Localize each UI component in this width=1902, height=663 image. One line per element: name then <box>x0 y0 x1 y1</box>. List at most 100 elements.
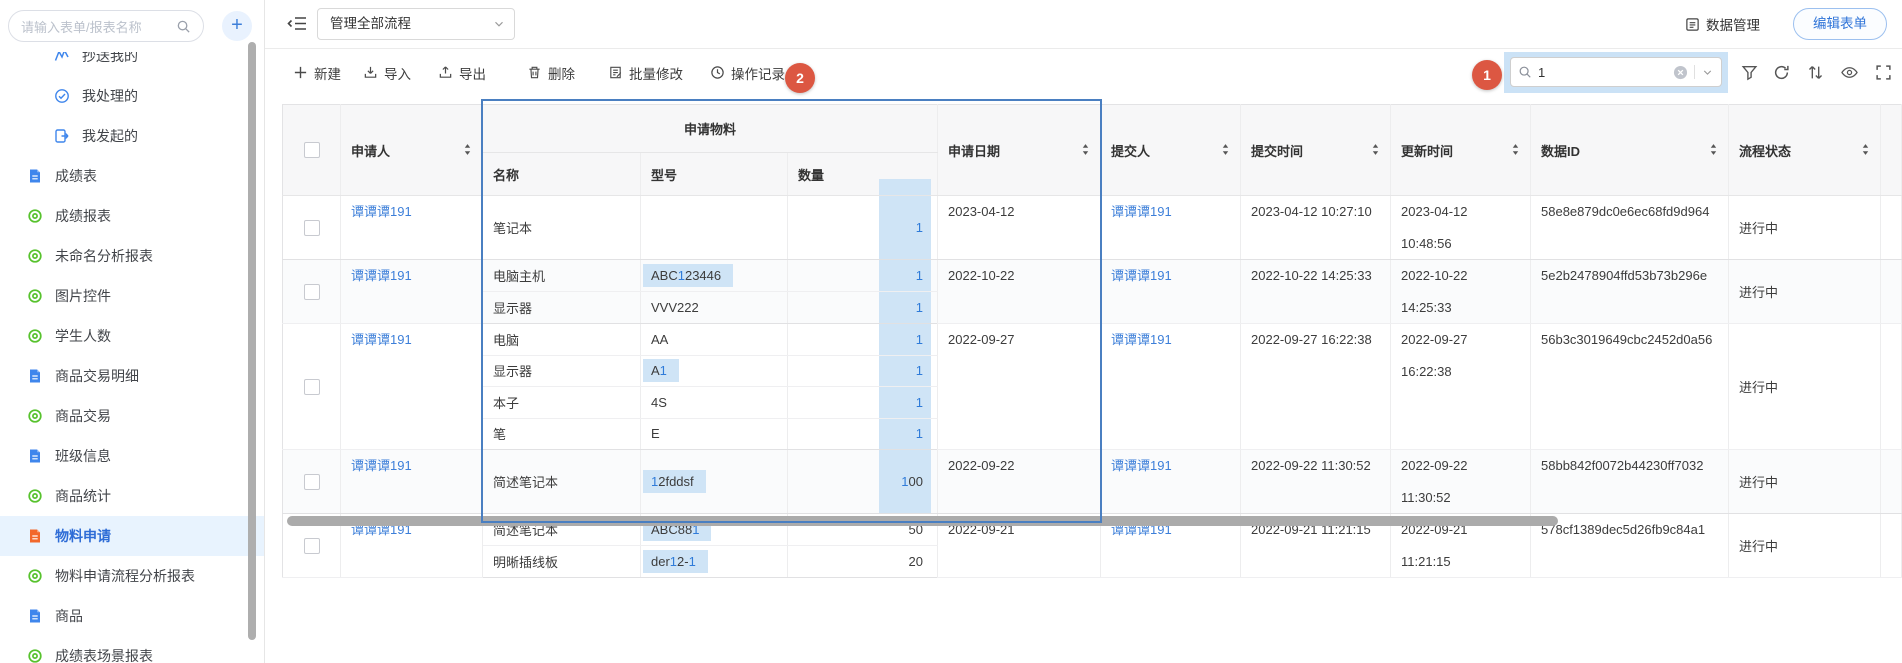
sidebar-search-input[interactable]: 请输入表单/报表名称 <box>8 10 204 42</box>
sidebar-item-物料申请流程分析报表[interactable]: 物料申请流程分析报表 <box>0 556 264 596</box>
col-header-qty[interactable]: 数量 <box>788 153 938 196</box>
data-manage-icon <box>1685 17 1700 32</box>
search-icon <box>1518 65 1532 79</box>
select-all-checkbox-cell <box>283 105 341 196</box>
toolbar-button-label: 操作记录 <box>731 63 785 83</box>
initiate-icon <box>54 128 70 144</box>
update-time-cell: 2022-09-27 16:22:38 <box>1391 324 1531 450</box>
row-checkbox[interactable] <box>304 284 320 300</box>
col-header-submit-time[interactable]: 提交时间 <box>1241 105 1391 196</box>
trash-icon <box>527 65 542 80</box>
submitter-link[interactable]: 谭谭谭191 <box>1111 332 1172 347</box>
horizontal-scrollbar[interactable] <box>287 516 1558 526</box>
col-group-materials[interactable]: 申请物料 <box>483 105 938 153</box>
sidebar-item-list: 抄送我的我处理的我发起的成绩表成绩报表未命名分析报表图片控件学生人数商品交易明细… <box>0 52 264 663</box>
sidebar-item-班级信息[interactable]: 班级信息 <box>0 436 264 476</box>
search-icon <box>176 19 191 34</box>
sidebar-item-未命名分析报表[interactable]: 未命名分析报表 <box>0 236 264 276</box>
clear-search-icon[interactable] <box>1673 65 1688 80</box>
edit-form-button[interactable]: 编辑表单 <box>1793 8 1887 40</box>
refresh-icon[interactable] <box>1773 64 1790 81</box>
material-qty-cell: 1 <box>788 324 938 356</box>
sidebar-item-商品交易[interactable]: 商品交易 <box>0 396 264 436</box>
search-match-highlight: 12fddsf <box>643 470 706 493</box>
sidebar-search-row: 请输入表单/报表名称 + <box>0 0 264 52</box>
submitter-link[interactable]: 谭谭谭191 <box>1111 458 1172 473</box>
data-id-cell: 58e8e879dc0e6ec68fd9d964 <box>1531 196 1729 260</box>
material-name-cell: 明晰插线板 <box>483 546 641 578</box>
sidebar-item-商品[interactable]: 商品 <box>0 596 264 636</box>
sidebar-item-物料申请[interactable]: 物料申请 <box>0 516 264 556</box>
material-name-cell: 笔 <box>483 418 641 450</box>
col-header-update-time[interactable]: 更新时间 <box>1391 105 1531 196</box>
material-name-cell: 电脑 <box>483 324 641 356</box>
applicant-link[interactable]: 谭谭谭191 <box>351 204 412 219</box>
batch-edit-button[interactable]: 批量修改 <box>608 48 683 97</box>
history-button[interactable]: 操作记录 <box>710 48 785 97</box>
row-checkbox[interactable] <box>304 538 320 554</box>
filter-icon[interactable] <box>1741 64 1758 81</box>
data-id-cell: 58bb842f0072b44230ff7032 <box>1531 450 1729 514</box>
row-checkbox-cell <box>283 196 341 260</box>
export-button[interactable]: 导出 <box>438 48 486 97</box>
plus-button[interactable]: 新建 <box>293 48 341 97</box>
eye-icon[interactable] <box>1841 64 1858 81</box>
applicant-link[interactable]: 谭谭谭191 <box>351 332 412 347</box>
divider <box>1694 65 1695 79</box>
annotation-badge-2: 2 <box>785 63 815 93</box>
material-model-cell: ABC123446 <box>641 260 788 292</box>
applicant-link[interactable]: 谭谭谭191 <box>351 268 412 283</box>
sidebar-item-成绩表[interactable]: 成绩表 <box>0 156 264 196</box>
row-checkbox[interactable] <box>304 379 320 395</box>
sidebar-item-label: 班级信息 <box>55 436 111 476</box>
submitter-link[interactable]: 谭谭谭191 <box>1111 268 1172 283</box>
col-header-applicant[interactable]: 申请人 <box>341 105 483 196</box>
applicant-link[interactable]: 谭谭谭191 <box>351 458 412 473</box>
sidebar-item-抄送我的[interactable]: 抄送我的 <box>0 52 264 76</box>
row-checkbox[interactable] <box>304 474 320 490</box>
material-model-cell: 4S <box>641 387 788 419</box>
batch-edit-icon <box>608 65 623 80</box>
fullscreen-icon[interactable] <box>1875 64 1892 81</box>
update-time-cell: 2022-09-22 11:30:52 <box>1391 450 1531 514</box>
add-form-button[interactable]: + <box>222 11 252 41</box>
sidebar-item-学生人数[interactable]: 学生人数 <box>0 316 264 356</box>
material-name-cell: 显示器 <box>483 355 641 387</box>
table-search-input[interactable]: 1 <box>1510 57 1722 87</box>
flow-scope-select[interactable]: 管理全部流程 <box>317 8 515 40</box>
col-header-submitter[interactable]: 提交人 <box>1101 105 1241 196</box>
toolbar: 新建导入导出 删除 批量修改 操作记录 1 <box>265 48 1902 97</box>
row-checkbox[interactable] <box>304 220 320 236</box>
col-header-data-id[interactable]: 数据ID <box>1531 105 1729 196</box>
sidebar-item-商品统计[interactable]: 商品统计 <box>0 476 264 516</box>
search-match-band <box>879 179 931 195</box>
submitter-link[interactable]: 谭谭谭191 <box>1111 204 1172 219</box>
date-cell: 2023-04-12 <box>938 196 1101 260</box>
toolbar-button-label: 删除 <box>548 63 575 83</box>
select-all-checkbox[interactable] <box>304 142 320 158</box>
row-checkbox-cell <box>283 324 341 450</box>
material-name-cell: 显示器 <box>483 292 641 324</box>
sort-icon[interactable] <box>1807 64 1824 81</box>
sidebar-item-label: 成绩表 <box>55 156 97 196</box>
col-header-name[interactable]: 名称 <box>483 153 641 196</box>
col-header-date[interactable]: 申请日期 <box>938 105 1101 196</box>
sidebar-scrollbar[interactable] <box>248 42 256 640</box>
sidebar-item-商品交易明细[interactable]: 商品交易明细 <box>0 356 264 396</box>
sidebar-item-我处理的[interactable]: 我处理的 <box>0 76 264 116</box>
sidebar-item-我发起的[interactable]: 我发起的 <box>0 116 264 156</box>
material-model-cell: der12-1 <box>641 546 788 578</box>
sidebar-item-成绩表场景报表[interactable]: 成绩表场景报表 <box>0 636 264 663</box>
form-icon <box>27 448 43 464</box>
col-header-model[interactable]: 型号 <box>641 153 788 196</box>
data-manage-button[interactable]: 数据管理 <box>1685 14 1760 34</box>
sidebar-item-图片控件[interactable]: 图片控件 <box>0 276 264 316</box>
collapse-sidebar-icon[interactable] <box>287 15 307 32</box>
col-header-extra <box>1881 105 1902 196</box>
import-button[interactable]: 导入 <box>363 48 411 97</box>
search-dropdown-chevron-icon[interactable] <box>1701 66 1714 79</box>
sidebar-item-成绩报表[interactable]: 成绩报表 <box>0 196 264 236</box>
trash-button[interactable]: 删除 <box>527 48 575 97</box>
col-header-status[interactable]: 流程状态 <box>1729 105 1881 196</box>
date-cell: 2022-09-27 <box>938 324 1101 450</box>
